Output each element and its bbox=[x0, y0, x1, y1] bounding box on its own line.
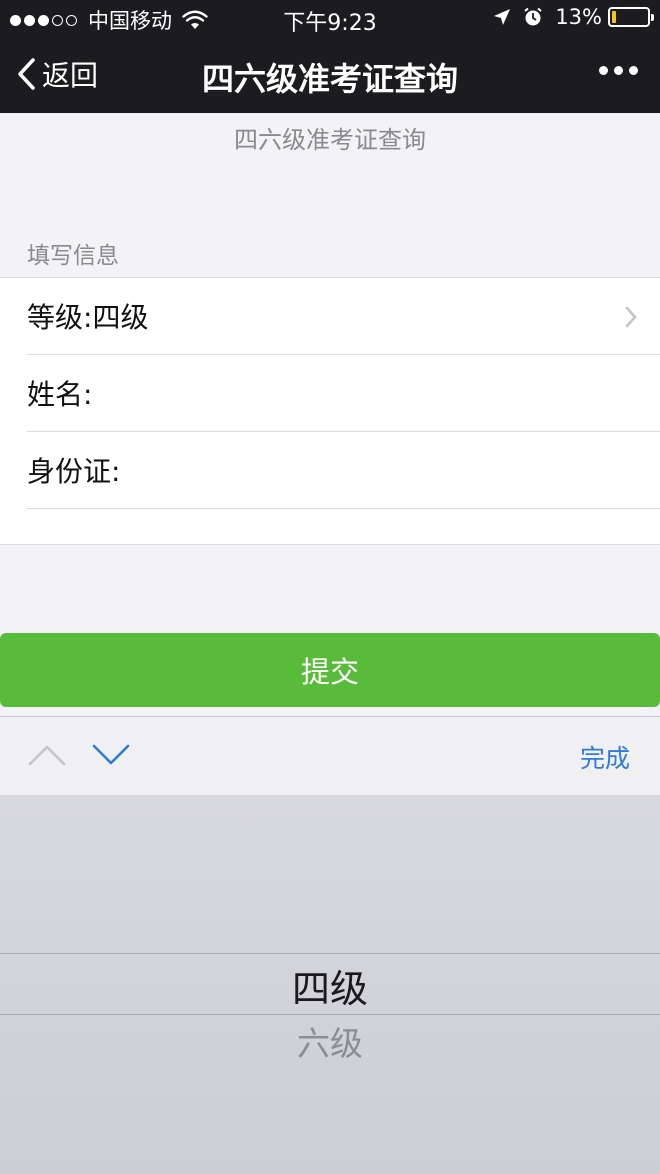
status-right: 13% bbox=[493, 5, 654, 29]
more-dots-icon bbox=[599, 66, 608, 75]
id-card-label: 身份证: bbox=[27, 455, 121, 488]
level-label: 等级: bbox=[27, 301, 93, 334]
name-label: 姓名: bbox=[27, 378, 93, 411]
level-select-row[interactable]: 等级: 四级 bbox=[27, 278, 660, 355]
name-row: 姓名: bbox=[27, 355, 660, 432]
id-card-row: 身份证: bbox=[27, 432, 660, 509]
section-label: 填写信息 bbox=[27, 243, 119, 269]
battery-level bbox=[612, 11, 616, 23]
battery-icon bbox=[608, 7, 654, 27]
navigation-bar: 返回 四六级准考证查询 bbox=[0, 36, 660, 113]
id-card-input[interactable] bbox=[124, 440, 660, 500]
form-card: 等级: 四级 姓名: 身份证: bbox=[0, 277, 660, 545]
status-bar: 中国移动 下午9:23 13% bbox=[0, 0, 660, 36]
submit-button[interactable]: 提交 bbox=[0, 633, 660, 707]
more-options-button[interactable] bbox=[593, 66, 638, 75]
nav-title: 四六级准考证查询 bbox=[201, 60, 458, 98]
picker-selection-bottom-line bbox=[0, 1014, 660, 1015]
chevron-right-icon bbox=[625, 306, 637, 328]
level-value: 四级 bbox=[92, 301, 149, 334]
battery-percent: 13% bbox=[555, 5, 602, 29]
done-button[interactable]: 完成 bbox=[580, 739, 630, 775]
picker-selection-top-line bbox=[0, 953, 660, 954]
chevron-down-icon[interactable] bbox=[92, 743, 130, 767]
name-input[interactable] bbox=[96, 363, 660, 423]
picker-option-selected[interactable]: 四级 bbox=[0, 958, 660, 1013]
alarm-clock-icon bbox=[524, 7, 542, 26]
level-picker[interactable]: 四级 六级 bbox=[0, 795, 660, 1174]
page-heading: 四六级准考证查询 bbox=[234, 126, 426, 154]
picker-option[interactable]: 六级 bbox=[0, 1017, 660, 1065]
chevron-up-icon[interactable] bbox=[28, 743, 66, 767]
keyboard-accessory-bar: 完成 bbox=[0, 716, 660, 795]
location-arrow-icon bbox=[494, 9, 511, 25]
